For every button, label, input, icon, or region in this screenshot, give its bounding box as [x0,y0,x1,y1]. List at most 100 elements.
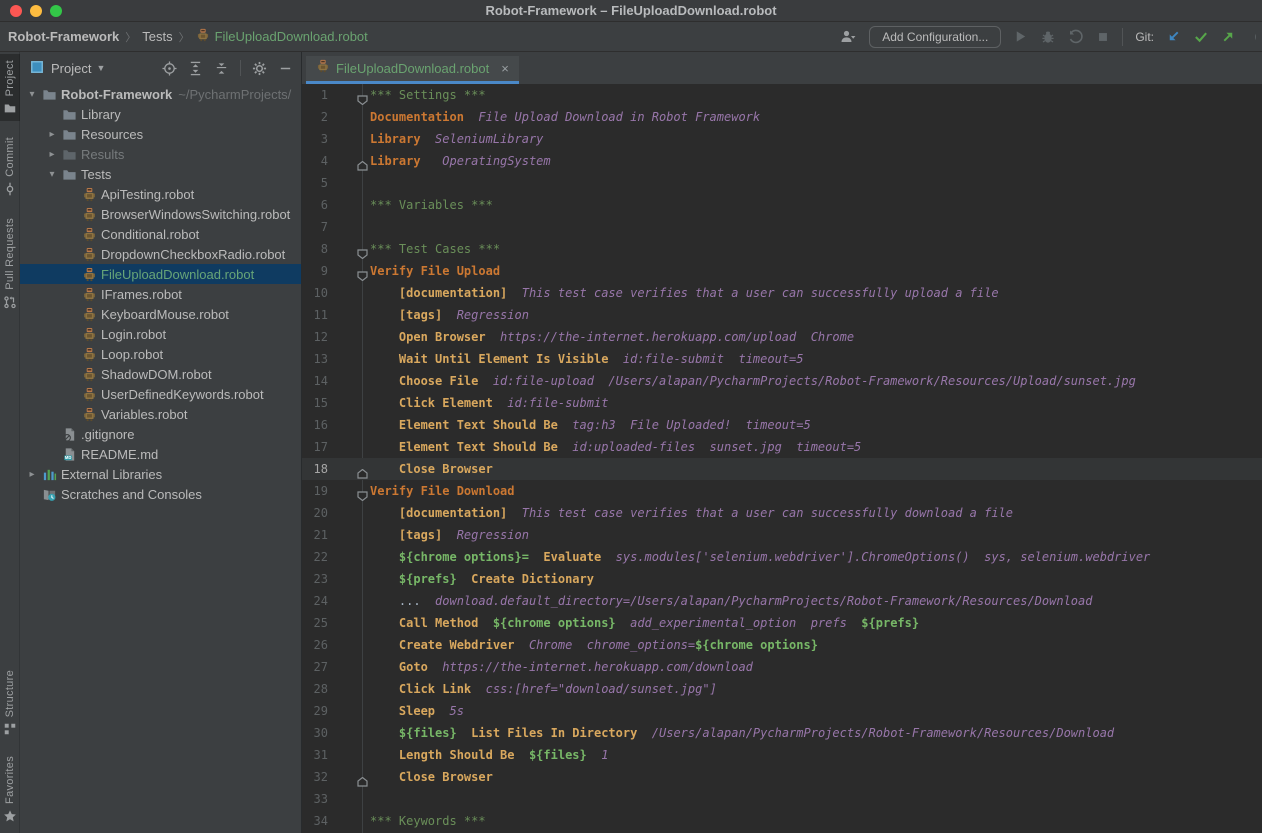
code-line-26[interactable]: 26 Create Webdriver Chrome chrome_option… [302,634,1262,656]
code-line-8[interactable]: 8*** Test Cases *** [302,238,1262,260]
git-update-button[interactable] [1166,25,1181,49]
chevron-down-icon[interactable]: ▼ [96,63,105,73]
code-line-2[interactable]: 2Documentation File Upload Download in R… [302,106,1262,128]
git-commit-button[interactable] [1193,25,1209,49]
tree-item-loop-robot[interactable]: Loop.robot [20,344,301,364]
tree-item-conditional-robot[interactable]: Conditional.robot [20,224,301,244]
collapse-all-button[interactable] [214,56,229,80]
git-history-button[interactable] [1248,25,1256,49]
fold-marker-icon[interactable] [357,486,368,496]
fold-marker-icon[interactable] [357,464,368,474]
code-line-13[interactable]: 13 Wait Until Element Is Visible id:file… [302,348,1262,370]
line-number: 26 [302,634,328,656]
tree-item-browserwindowsswitching-robot[interactable]: BrowserWindowsSwitching.robot [20,204,301,224]
chevron-right-icon[interactable]: ▸ [44,149,60,160]
code-line-14[interactable]: 14 Choose File id:file-upload /Users/ala… [302,370,1262,392]
code-line-25[interactable]: 25 Call Method ${chrome options} add_exp… [302,612,1262,634]
user-menu-button[interactable] [839,25,857,49]
run-button[interactable] [1013,25,1028,49]
fold-marker-icon[interactable] [357,244,368,254]
tree-item-fileuploaddownload-robot[interactable]: FileUploadDownload.robot [20,264,301,284]
minimize-button[interactable] [30,5,42,17]
stripe-button-project[interactable]: Project [0,54,20,121]
fold-marker-icon[interactable] [357,266,368,276]
locate-button[interactable] [162,56,177,80]
tree-item-resources[interactable]: ▸ Resources [20,124,301,144]
code-line-28[interactable]: 28 Click Link css:[href="download/sunset… [302,678,1262,700]
code-line-31[interactable]: 31 Length Should Be ${files} 1 [302,744,1262,766]
code-line-7[interactable]: 7 [302,216,1262,238]
tree-item-readme-md[interactable]: MD README.md [20,444,301,464]
stripe-button-commit[interactable]: Commit [0,131,20,202]
code-line-9[interactable]: 9Verify File Upload [302,260,1262,282]
close-icon[interactable]: × [501,61,509,76]
tree-item-dropdowncheckboxradio-robot[interactable]: DropdownCheckboxRadio.robot [20,244,301,264]
code-line-27[interactable]: 27 Goto https://the-internet.herokuapp.c… [302,656,1262,678]
debug-button[interactable] [1040,25,1056,49]
code-line-34[interactable]: 34*** Keywords *** [302,810,1262,832]
code-line-22[interactable]: 22 ${chrome options}= Evaluate sys.modul… [302,546,1262,568]
tree-item-login-robot[interactable]: Login.robot [20,324,301,344]
breadcrumb-folder[interactable]: Tests [142,29,172,44]
tree-item-tests[interactable]: ▾ Tests [20,164,301,184]
tree-item-apitesting-robot[interactable]: ApiTesting.robot [20,184,301,204]
tree-item-shadowdom-robot[interactable]: ShadowDOM.robot [20,364,301,384]
code-line-11[interactable]: 11 [tags] Regression [302,304,1262,326]
code-line-32[interactable]: 32 Close Browser [302,766,1262,788]
breadcrumb-project[interactable]: Robot-Framework [8,29,119,44]
minus-button[interactable] [278,56,293,80]
stripe-button-favorites[interactable]: Favorites [0,750,20,829]
code-line-21[interactable]: 21 [tags] Regression [302,524,1262,546]
tree-item-variables-robot[interactable]: Variables.robot [20,404,301,424]
expand-all-button[interactable] [188,56,203,80]
code-line-30[interactable]: 30 ${files} List Files In Directory /Use… [302,722,1262,744]
code-line-6[interactable]: 6*** Variables *** [302,194,1262,216]
code-line-23[interactable]: 23 ${prefs} Create Dictionary [302,568,1262,590]
fold-marker-icon[interactable] [357,90,368,100]
tree-item-external-libraries[interactable]: ▸ External Libraries [20,464,301,484]
zoom-button[interactable] [50,5,62,17]
chevron-right-icon[interactable]: ▸ [44,129,60,140]
code-line-12[interactable]: 12 Open Browser https://the-internet.her… [302,326,1262,348]
stripe-button-pull-requests[interactable]: Pull Requests [0,212,20,315]
stripe-button-structure[interactable]: Structure [0,664,20,742]
code-line-16[interactable]: 16 Element Text Should Be tag:h3 File Up… [302,414,1262,436]
code-line-4[interactable]: 4Library OperatingSystem [302,150,1262,172]
code-line-20[interactable]: 20 [documentation] This test case verifi… [302,502,1262,524]
code-line-17[interactable]: 17 Element Text Should Be id:uploaded-fi… [302,436,1262,458]
coverage-button[interactable] [1068,25,1084,49]
line-number: 20 [302,502,328,524]
chevron-down-icon[interactable]: ▾ [44,169,60,180]
tree-item-robot-framework[interactable]: ▾ Robot-Framework ~/PycharmProjects/ [20,84,301,104]
chevron-down-icon[interactable]: ▾ [24,89,40,100]
tree-item-library[interactable]: Library [20,104,301,124]
panel-title[interactable]: Project [51,61,91,76]
code-line-3[interactable]: 3Library SeleniumLibrary [302,128,1262,150]
code-line-19[interactable]: 19Verify File Download [302,480,1262,502]
tab-fileuploaddownload[interactable]: FileUploadDownload.robot × [306,56,519,84]
fold-marker-icon[interactable] [357,772,368,782]
tree-item-keyboardmouse-robot[interactable]: KeyboardMouse.robot [20,304,301,324]
code-line-29[interactable]: 29 Sleep 5s [302,700,1262,722]
code-line-24[interactable]: 24 ... download.default_directory=/Users… [302,590,1262,612]
code-editor[interactable]: 1*** Settings ***2Documentation File Upl… [302,84,1262,833]
chevron-right-icon[interactable]: ▸ [24,469,40,480]
code-line-15[interactable]: 15 Click Element id:file-submit [302,392,1262,414]
stop-button[interactable] [1096,25,1110,49]
tree-item-scratches-and-consoles[interactable]: Scratches and Consoles [20,484,301,504]
code-line-10[interactable]: 10 [documentation] This test case verifi… [302,282,1262,304]
code-line-33[interactable]: 33 [302,788,1262,810]
tree-item-userdefinedkeywords-robot[interactable]: UserDefinedKeywords.robot [20,384,301,404]
code-line-18[interactable]: 18 Close Browser [302,458,1262,480]
gear-button[interactable] [252,56,267,80]
code-line-1[interactable]: 1*** Settings *** [302,84,1262,106]
breadcrumb-file[interactable]: FileUploadDownload.robot [196,28,368,45]
close-button[interactable] [10,5,22,17]
tree-item-iframes-robot[interactable]: IFrames.robot [20,284,301,304]
add-configuration-button[interactable]: Add Configuration... [869,26,1001,48]
code-line-5[interactable]: 5 [302,172,1262,194]
fold-marker-icon[interactable] [357,156,368,166]
tree-item--gitignore[interactable]: .gitignore [20,424,301,444]
git-push-button[interactable] [1221,25,1236,49]
tree-item-results[interactable]: ▸ Results [20,144,301,164]
